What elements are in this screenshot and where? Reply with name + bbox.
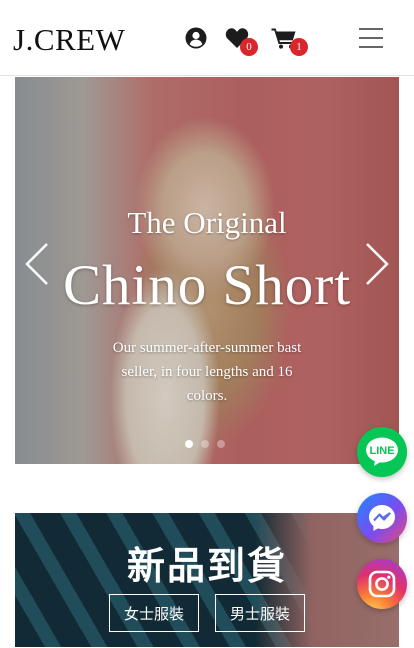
hero-eyebrow: The Original [127, 205, 287, 240]
hero-subtitle: Our summer-after-summer bast seller, in … [112, 340, 302, 404]
menu-toggle-button[interactable] [356, 24, 386, 52]
menu-icon [359, 28, 383, 30]
messenger-icon [369, 505, 395, 531]
hero-carousel[interactable]: The Original Chino Short Our summer-afte… [15, 77, 399, 464]
banner-title: 新品到貨 [126, 544, 287, 588]
cart-count-badge: 1 [290, 38, 308, 56]
carousel-indicators [185, 440, 225, 448]
carousel-next-button[interactable] [361, 242, 391, 286]
women-clothing-button[interactable]: 女士服裝 [109, 594, 199, 632]
menu-icon-bar [359, 37, 383, 39]
new-arrivals-banner: 新品到貨 女士服裝 男士服裝 [15, 513, 399, 647]
instagram-icon [368, 570, 396, 598]
line-button[interactable]: LINE [357, 427, 407, 477]
chevron-left-icon [25, 243, 48, 285]
hero-title: Chino Short [62, 254, 352, 317]
hero-caption: The Original Chino Short Our summer-afte… [15, 77, 399, 464]
carousel-prev-button[interactable] [23, 242, 53, 286]
site-header: J.CREW 0 1 [0, 0, 414, 76]
wishlist-button[interactable]: 0 [223, 24, 258, 56]
line-label: LINE [369, 445, 395, 457]
carousel-dot[interactable] [217, 440, 225, 448]
carousel-dot[interactable] [201, 440, 209, 448]
messenger-button[interactable] [357, 493, 407, 543]
instagram-button[interactable] [357, 559, 407, 609]
menu-icon-bar [359, 46, 383, 48]
jcrew-logo[interactable]: J.CREW [13, 20, 125, 60]
carousel-dot[interactable] [185, 440, 193, 448]
cart-button[interactable]: 1 [270, 24, 308, 56]
chevron-right-icon [366, 243, 389, 285]
account-button[interactable] [182, 24, 210, 52]
men-clothing-button[interactable]: 男士服裝 [215, 594, 305, 632]
user-icon [185, 27, 207, 49]
wishlist-count-badge: 0 [240, 38, 258, 56]
